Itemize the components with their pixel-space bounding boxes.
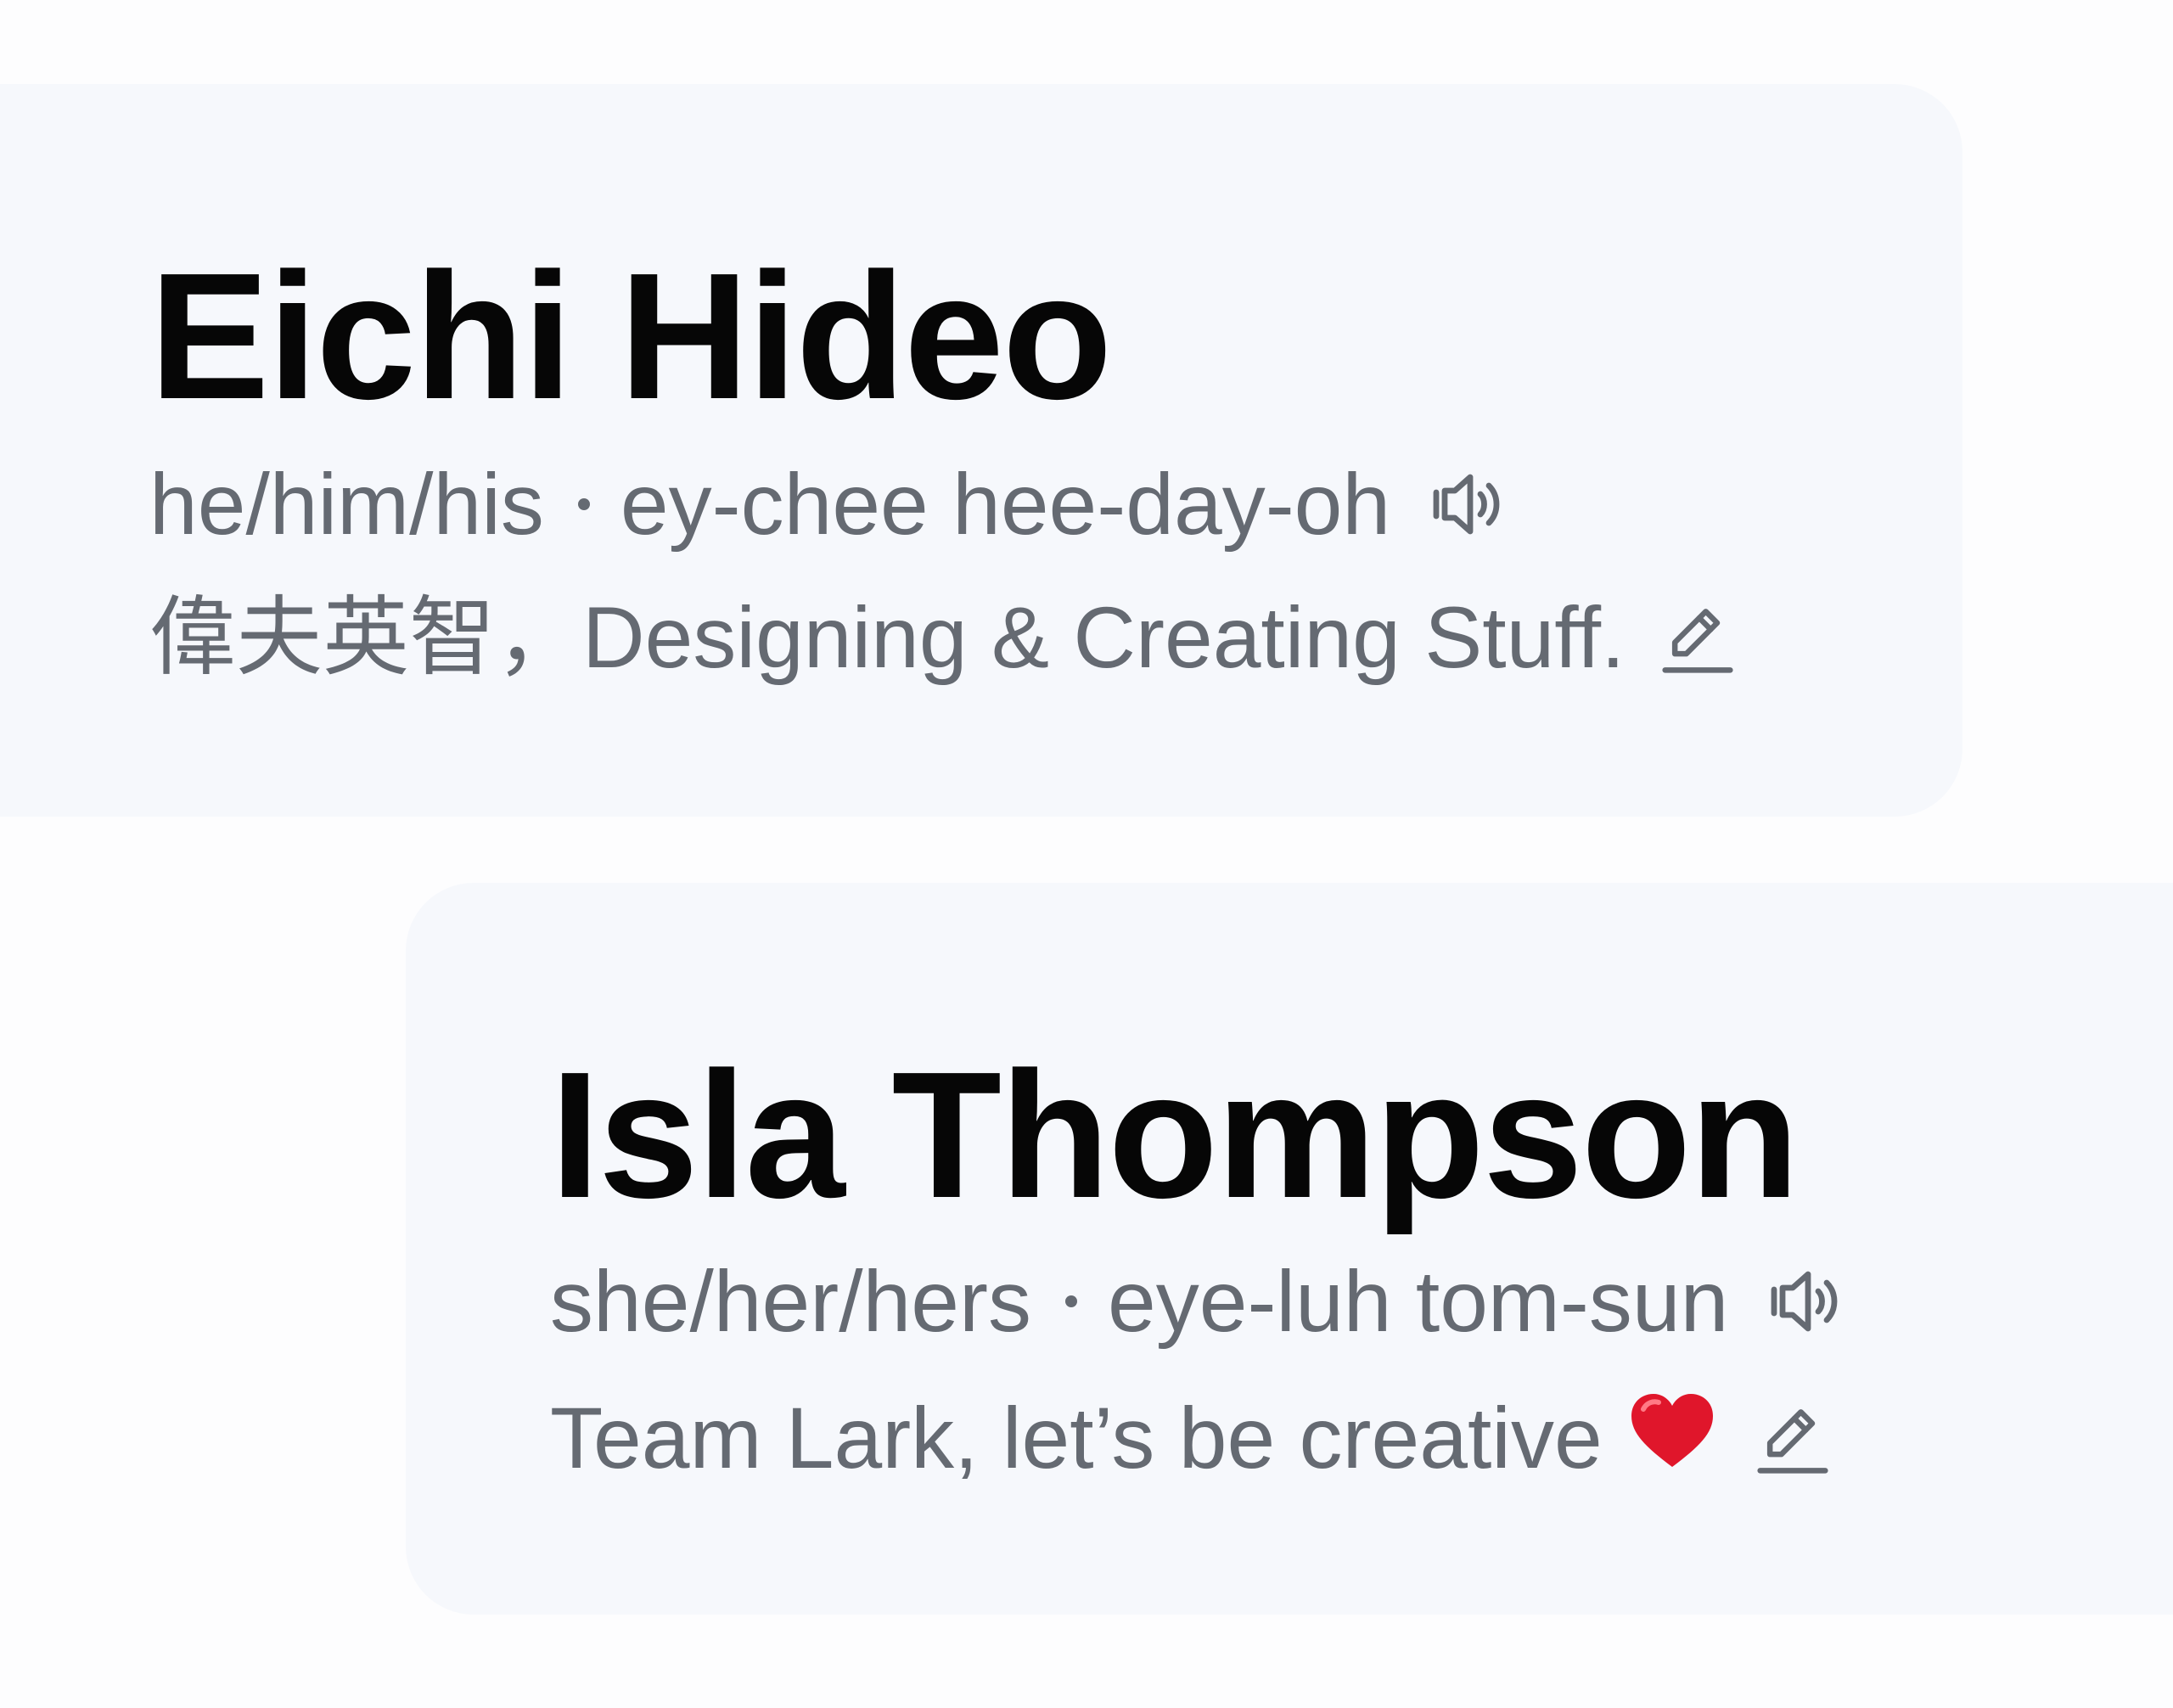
profile-name: Isla Thompson [550, 1034, 1800, 1235]
status-row: Team Lark, let’s be creative ❤️ [550, 1391, 1832, 1486]
speaker-icon[interactable] [1764, 1261, 1845, 1342]
separator-dot [1064, 1295, 1077, 1307]
pencil-icon[interactable] [1659, 598, 1737, 677]
pronouns-row: he/him/his ey-chee hee-day-oh [149, 461, 1508, 548]
separator-dot [577, 498, 590, 510]
pronunciation-text: eye-luh tom-sun [1107, 1253, 1729, 1350]
pronouns-text: she/her/hers [550, 1253, 1031, 1350]
profile-card-eichi [0, 84, 1962, 817]
profile-name: Eichi Hideo [149, 235, 1112, 436]
speaker-icon[interactable] [1426, 464, 1508, 545]
profile-card-isla [406, 883, 2173, 1615]
status-text: Team Lark, let’s be creative [550, 1390, 1603, 1486]
status-row: 偉夫英智，Designing & Creating Stuff. [149, 594, 1737, 681]
heart-emoji: ❤️ [1628, 1391, 1716, 1486]
pronunciation-text: ey-chee hee-day-oh [620, 456, 1391, 553]
pencil-icon[interactable] [1754, 1399, 1832, 1477]
status-text: 偉夫英智，Designing & Creating Stuff. [149, 589, 1626, 686]
pronouns-row: she/her/hers eye-luh tom-sun [550, 1258, 1845, 1345]
pronouns-text: he/him/his [149, 456, 544, 553]
